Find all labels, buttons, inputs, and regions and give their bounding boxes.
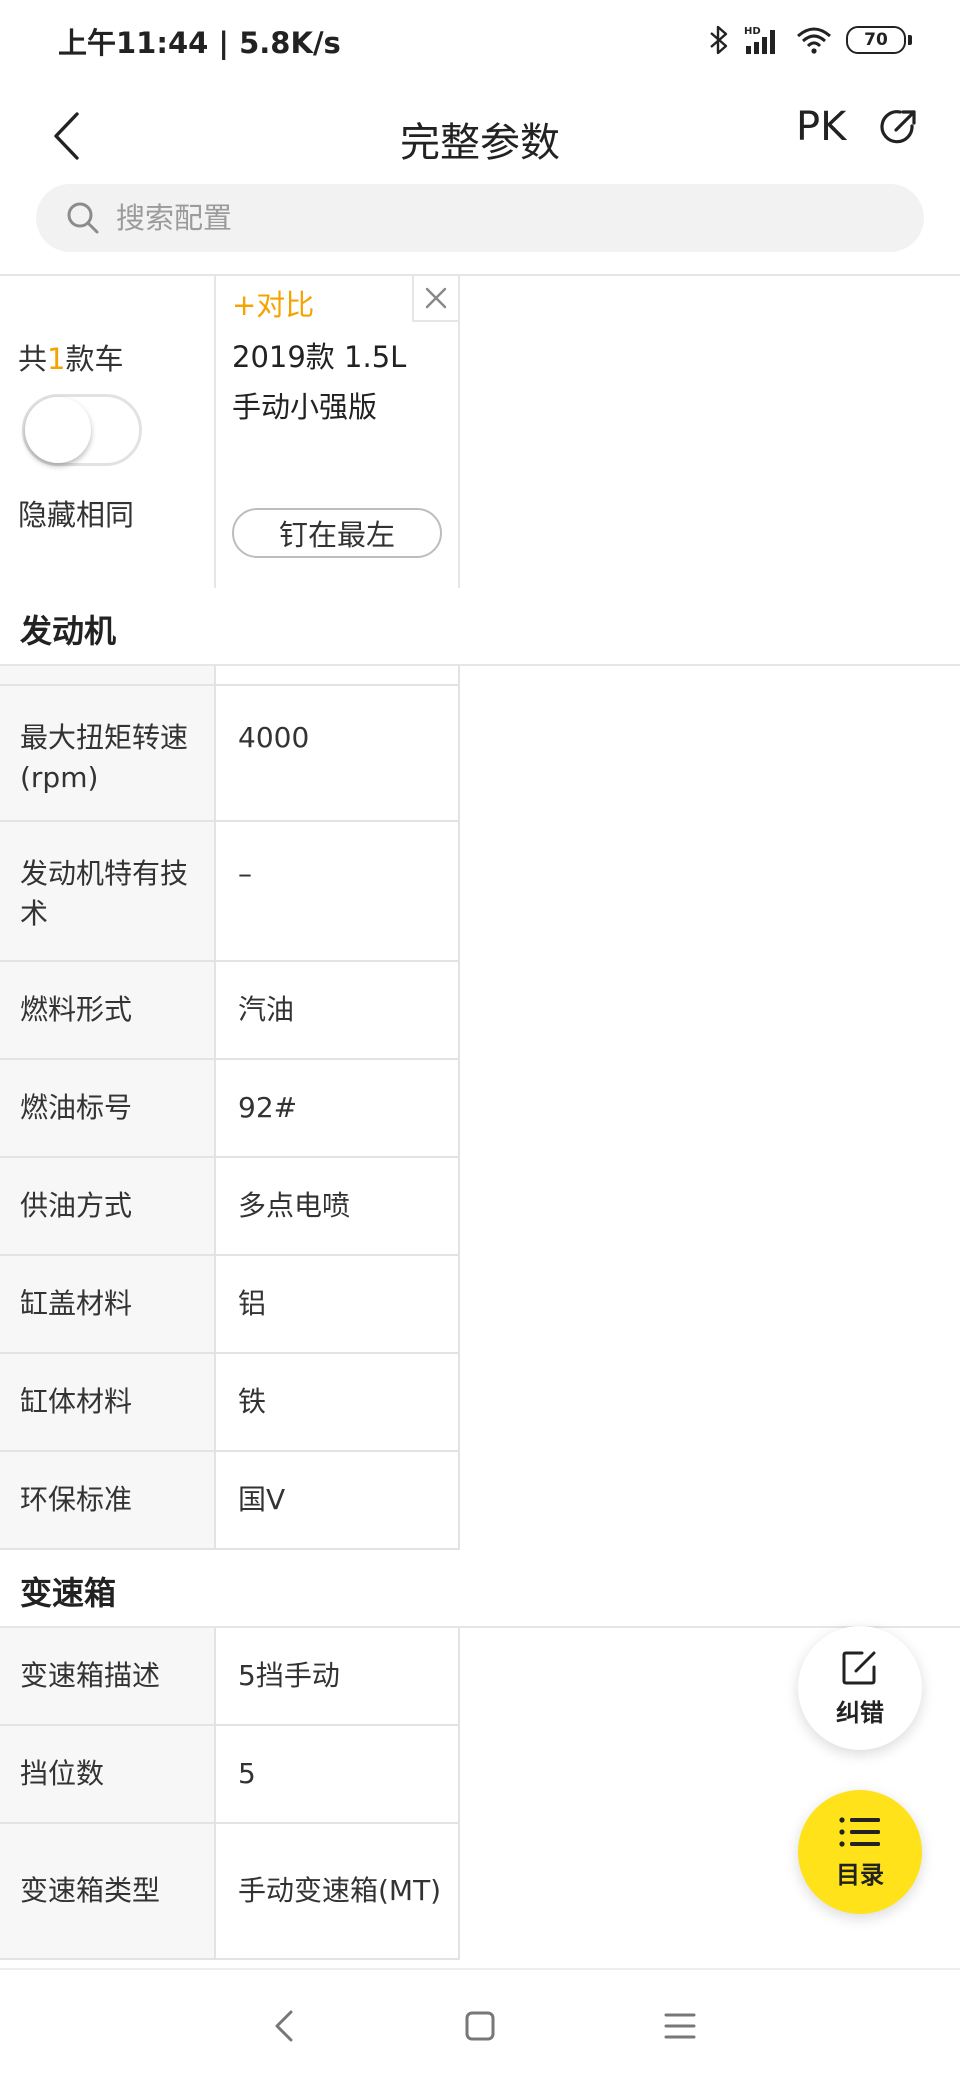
svg-text:HD: HD [744,26,761,37]
pk-button[interactable]: PK [796,104,846,150]
section-title: 变速箱 [20,1574,117,1612]
catalog-label: 目录 [836,1860,884,1889]
table-row: 环保标准 国V [0,1452,460,1550]
row-value: 国V [216,1452,460,1548]
table-row: 变速箱类型 手动变速箱(MT) [0,1824,460,1960]
car-name: 2019款 1.5L 手动小强版 [232,340,407,424]
section-header-transmission: 变速箱 [0,1550,960,1628]
row-label: 燃油标号 [0,1060,216,1156]
row-value: 铝 [216,1256,460,1352]
search-input[interactable] [114,200,818,236]
menu-icon [664,2013,696,2039]
share-icon[interactable] [876,104,922,150]
bluetooth-icon [710,25,728,55]
hd-signal-icon: HD [744,26,775,54]
catalog-button[interactable]: 目录 [798,1790,922,1914]
row-label: 缸盖材料 [0,1256,216,1352]
row-label: 环保标准 [0,1452,216,1548]
close-icon [425,287,447,309]
row-value: 92# [216,1060,460,1156]
row-label: 燃料形式 [0,962,216,1058]
car-count-number: 1 [47,342,66,376]
row-label: 变速箱描述 [0,1628,216,1724]
row-value: 5 [216,1726,460,1822]
table-row: 供油方式 多点电喷 [0,1158,460,1256]
car-column: +对比 2019款 1.5L 手动小强版 钉在最左 [214,276,460,588]
table-row: 燃料形式 汽油 [0,962,460,1060]
status-bar: 上午11:44 | 5.8K/s HD 70 [0,0,960,82]
section-header-engine: 发动机 [0,588,960,666]
row-value: 汽油 [216,962,460,1058]
row-label: 挡位数 [0,1726,216,1822]
nav-bar: 完整参数 PK [0,82,960,192]
home-square-icon [465,2011,495,2041]
hide-same-toggle[interactable] [22,394,142,466]
edit-icon [842,1651,876,1684]
compare-header: 共1款车 隐藏相同 +对比 2019款 1.5L 手动小强版 钉在最左 [0,274,960,590]
search-bar[interactable] [36,184,924,252]
battery-icon: 70 [846,26,912,54]
toggle-knob [25,397,91,463]
table-row: 挡位数 5 [0,1726,460,1824]
status-time: 上午11:44 | 5.8K/s [58,26,341,60]
system-menu-button[interactable] [660,2006,700,2046]
table-row: 燃油标号 92# [0,1060,460,1158]
car-count: 共1款车 [18,342,124,376]
row-label: 发动机特有技术 [0,822,216,960]
correct-error-label: 纠错 [836,1698,884,1727]
table-row: 缸盖材料 铝 [0,1256,460,1354]
pin-left-button[interactable]: 钉在最左 [232,508,442,558]
wifi-icon [797,27,831,54]
row-value: – [216,822,460,960]
battery-level: 70 [846,26,906,54]
row-value: 铁 [216,1354,460,1450]
row-value: 手动变速箱(MT) [216,1824,460,1958]
list-icon [839,1816,880,1847]
summary-panel: 共1款车 隐藏相同 [0,276,216,588]
add-compare-button[interactable]: +对比 [232,282,314,324]
row-value: 5挡手动 [216,1628,460,1724]
table-row: 缸体材料 铁 [0,1354,460,1452]
correct-error-button[interactable]: 纠错 [798,1626,922,1750]
table-row-partial [0,666,460,686]
row-label: 供油方式 [0,1158,216,1254]
row-label: 最大扭矩转速(rpm) [0,686,216,820]
search-icon [67,202,99,234]
row-value: 4000 [216,686,460,820]
system-home-button[interactable] [460,2006,500,2046]
status-icons: HD 70 [708,24,912,56]
hide-same-label: 隐藏相同 [18,498,135,532]
row-value: 多点电喷 [216,1158,460,1254]
row-label: 变速箱类型 [0,1824,216,1958]
system-nav-bar [0,1968,960,2082]
table-row: 发动机特有技术 – [0,822,460,962]
back-triangle-icon [275,2010,293,2042]
row-label: 缸体材料 [0,1354,216,1450]
table-row: 变速箱描述 5挡手动 [0,1628,460,1726]
section-title: 发动机 [20,612,117,650]
remove-car-button[interactable] [412,276,458,322]
system-back-button[interactable] [264,2006,304,2046]
table-row: 最大扭矩转速(rpm) 4000 [0,686,460,822]
